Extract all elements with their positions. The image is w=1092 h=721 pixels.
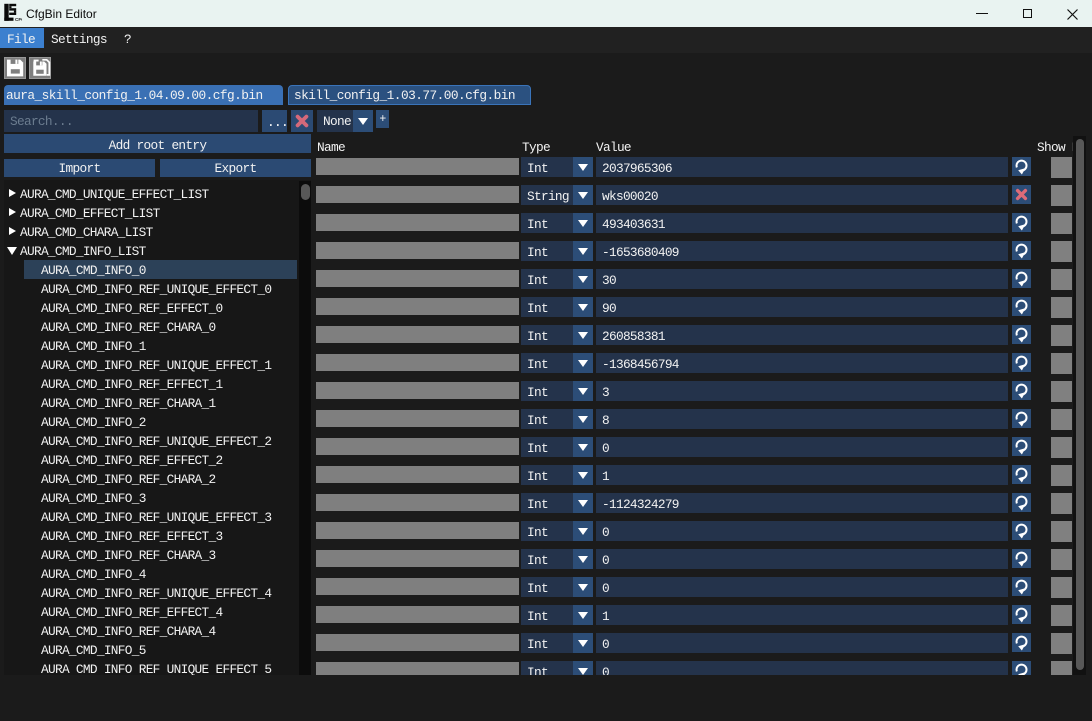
svg-text:CFG: CFG (15, 17, 22, 22)
